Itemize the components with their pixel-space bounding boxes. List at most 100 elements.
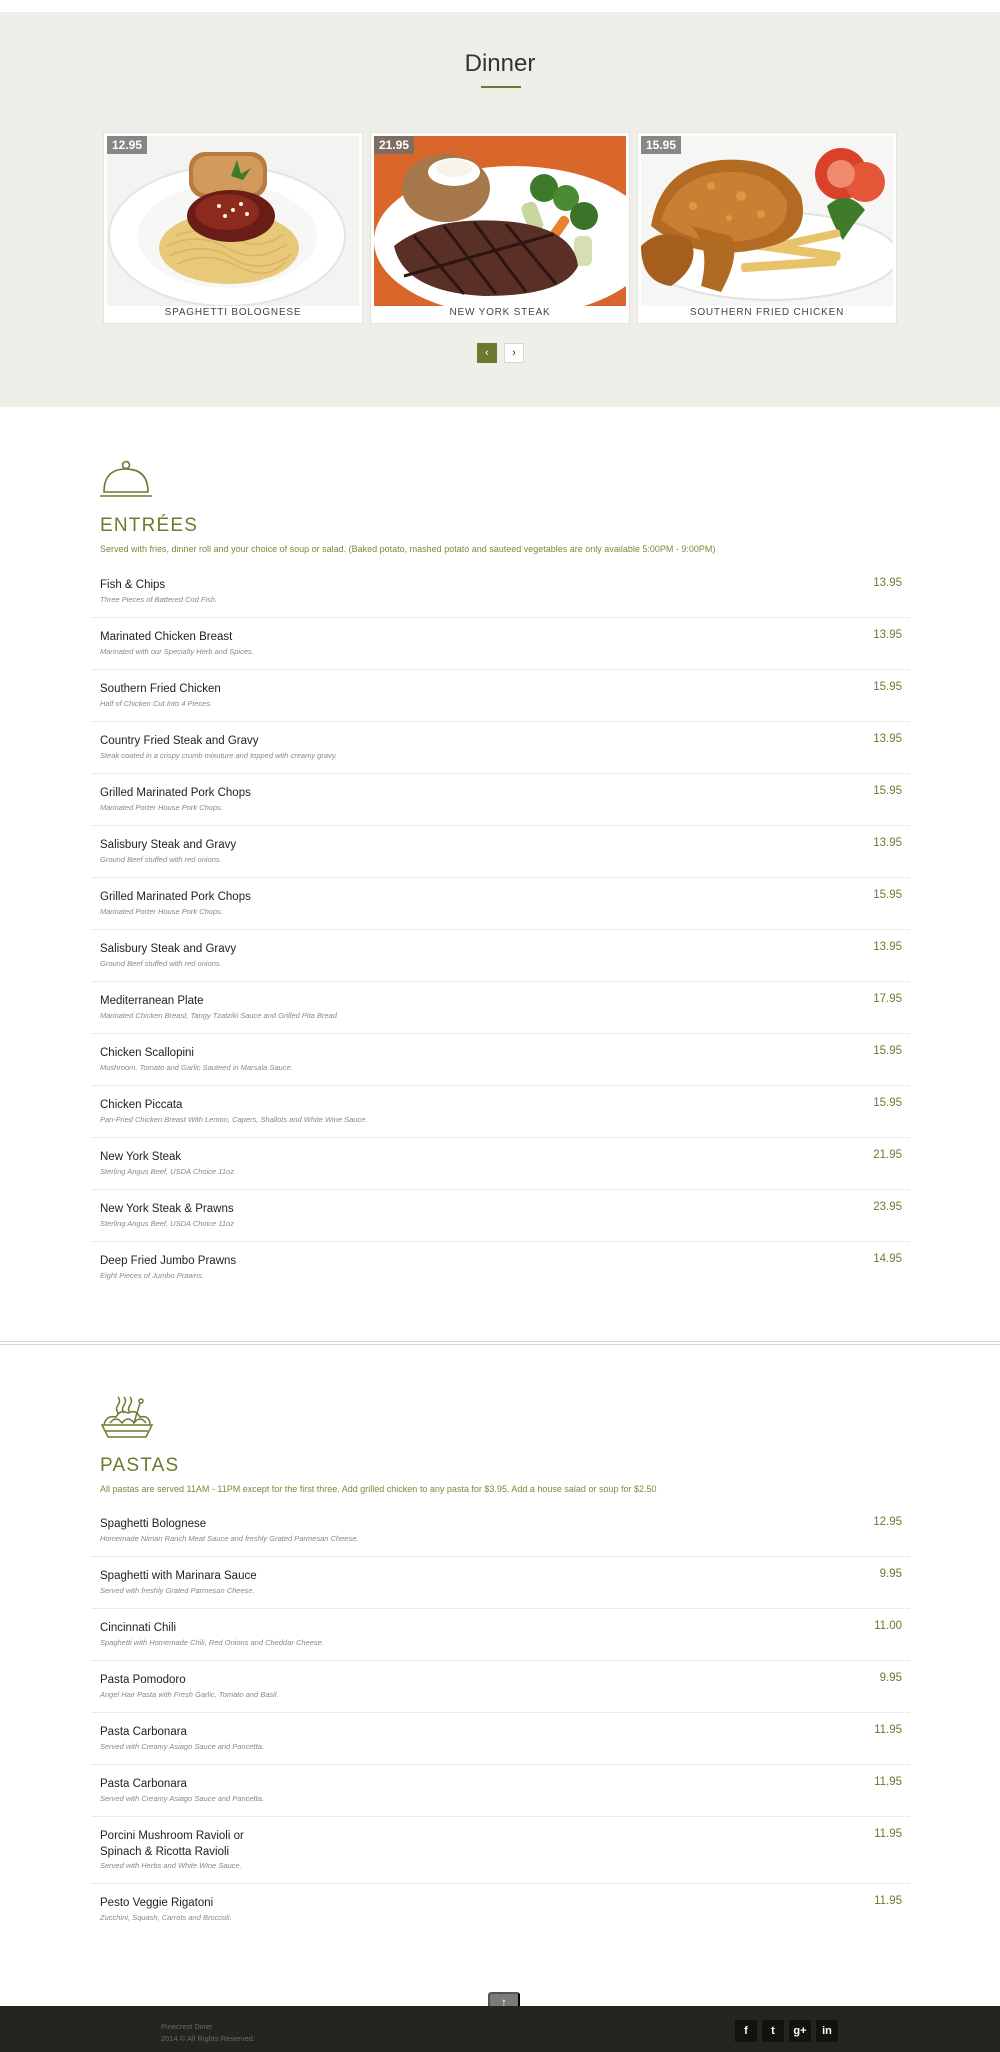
item-description: Half of Chicken Cut Into 4 Pieces. (100, 699, 213, 708)
item-name: Fish & Chips (100, 579, 166, 591)
item-price: 9.95 (879, 1672, 902, 1684)
item-price: 15.95 (873, 1045, 902, 1057)
item-description: Marinated Chicken Breast, Tangy Tzatziki… (100, 1011, 337, 1020)
menu-item: Cincinnati Chili Spaghetti with Homemade … (92, 1609, 910, 1661)
item-price: 15.95 (873, 1097, 902, 1109)
menu-item: Country Fried Steak and Gravy Steak coate… (92, 722, 910, 774)
dinner-title: Dinner (464, 50, 536, 77)
item-description: Served with freshly Grated Parmesan Chee… (100, 1586, 255, 1595)
menu-item: Pasta Carbonara Served with Creamy Asiago… (92, 1765, 910, 1817)
footer-brand: Pinecrest Diner (161, 2022, 213, 2031)
menu-item: Salisbury Steak and Gravy Ground Beef stu… (92, 930, 910, 982)
menu-item: Chicken Scallopini Mushroom, Tomato and G… (92, 1034, 910, 1086)
pastas-title: PASTAS (100, 1455, 180, 1476)
item-name: Pesto Veggie Rigatoni (100, 1897, 214, 1909)
item-price: 15.95 (873, 785, 902, 797)
menu-item: Spaghetti with Marinara Sauce Served with… (92, 1557, 910, 1609)
item-description: Served with Creamy Asiago Sauce and Panc… (100, 1742, 264, 1751)
menu-item: Pasta Carbonara Served with Creamy Asiago… (92, 1713, 910, 1765)
item-description: Angel Hair Pasta with Fresh Garlic, Toma… (100, 1690, 279, 1699)
menu-item: Pasta Pomodoro Angel Hair Pasta with Fres… (92, 1661, 910, 1713)
section-divider (0, 1341, 1000, 1345)
item-name: Spaghetti Bolognese (100, 1518, 207, 1530)
item-name: Southern Fried Chicken (100, 683, 221, 695)
item-name: Grilled Marinated Pork Chops (100, 891, 251, 903)
item-name: Pasta Pomodoro (100, 1674, 186, 1686)
item-description: Steak coated in a crispy crumb mixuture … (100, 751, 338, 760)
card-name: SPAGHETTI BOLOGNESE (164, 307, 302, 318)
item-description: Served with Herbs and White Wine Sauce. (100, 1861, 242, 1870)
item-price: 15.95 (873, 681, 902, 693)
menu-item: Fish & Chips Three Pieces of Battered Cod… (92, 566, 910, 618)
item-name: Spaghetti with Marinara Sauce (100, 1570, 257, 1582)
item-description: Mushroom, Tomato and Garlic Sauteed in M… (100, 1063, 293, 1072)
menu-item: Grilled Marinated Pork Chops Marinated Po… (92, 878, 910, 930)
item-price: 13.95 (873, 941, 902, 953)
item-description: Eight Pieces of Jumbo Prawns. (100, 1271, 204, 1280)
item-description: Served with Creamy Asiago Sauce and Panc… (100, 1794, 264, 1803)
menu-item: Chicken Piccata Pan-Fried Chicken Breast … (92, 1086, 910, 1138)
item-description: Spaghetti with Homemade Chili, Red Onion… (100, 1638, 324, 1647)
top-strip (0, 0, 1000, 12)
entrees-list: Fish & Chips Three Pieces of Battered Cod… (92, 566, 910, 1294)
spaghetti-photo (107, 136, 359, 306)
footer: Pinecrest Diner 2014 © All Rights Reserv… (0, 2006, 1000, 2052)
item-description: Sterling Angus Beef, USDA Choice 11oz (100, 1219, 234, 1228)
item-name: Chicken Scallopini (100, 1047, 194, 1059)
item-name: Pasta Carbonara (100, 1726, 187, 1738)
item-name: Cincinnati Chili (100, 1622, 177, 1634)
item-price: 13.95 (873, 837, 902, 849)
menu-item: New York Steak Sterling Angus Beef, USDA … (92, 1138, 910, 1190)
item-description: Pan-Fried Chicken Breast With Lemon, Cap… (100, 1115, 368, 1124)
menu-item: Porcini Mushroom Ravioli or Spinach & Ric… (92, 1817, 910, 1884)
item-description: Sterling Angus Beef, USDA Choice 11oz (100, 1167, 234, 1176)
carousel-prev-button[interactable]: ‹ (477, 343, 497, 363)
item-price: 11.95 (874, 1724, 902, 1736)
item-name: Grilled Marinated Pork Chops (100, 787, 251, 799)
footer-copyright: 2014 © All Rights Reserved. (161, 2034, 255, 2043)
item-name: Salisbury Steak and Gravy (100, 839, 237, 851)
item-name: Country Fried Steak and Gravy (100, 735, 259, 747)
card-price-badge: 15.95 (641, 136, 682, 154)
entrees-title: ENTRÉES (100, 515, 199, 536)
item-name: Deep Fried Jumbo Prawns (100, 1255, 237, 1267)
item-description: Marinated Porter House Pork Chops. (100, 803, 223, 812)
card-name: SOUTHERN FRIED CHICKEN (689, 307, 845, 318)
carousel-card-spaghetti[interactable]: 12.95 SPAGHETTI BOLOGNESE (103, 132, 363, 324)
menu-item: Spaghetti Bolognese Homemade Nimari Ranch… (92, 1505, 910, 1557)
carousel-next-button[interactable]: › (504, 343, 524, 363)
item-price: 11.95 (874, 1828, 902, 1840)
item-price: 17.95 (873, 993, 902, 1005)
menu-item: New York Steak & Prawns Sterling Angus Be… (92, 1190, 910, 1242)
pasta-bowl-icon (100, 1395, 154, 1448)
menu-item: Pesto Veggie Rigatoni Zucchini, Squash, C… (92, 1884, 910, 1936)
item-name-line1: Porcini Mushroom Ravioli or (100, 1830, 244, 1842)
item-description: Marinated with our Specialty Herb and Sp… (100, 647, 254, 656)
google-plus-icon[interactable]: g+ (789, 2020, 811, 2042)
item-price: 11.95 (874, 1895, 902, 1907)
dinner-carousel-section: Dinner 12.95 SPAGHETTI BOLOGNESE 21.95 N… (0, 12, 1000, 407)
item-name: Porcini Mushroom Ravioli or Spinach & Ric… (100, 1828, 244, 1860)
item-name: Salisbury Steak and Gravy (100, 943, 237, 955)
pastas-description: All pastas are served 11AM - 11PM except… (100, 1484, 657, 1494)
item-price: 13.95 (873, 629, 902, 641)
item-name-line2: Spinach & Ricotta Ravioli (100, 1846, 230, 1858)
card-price-badge: 12.95 (107, 136, 148, 154)
steak-photo (374, 136, 626, 306)
carousel-card-southern-fried-chicken[interactable]: 15.95 SOUTHERN FRIED CHICKEN (637, 132, 897, 324)
card-name: NEW YORK STEAK (449, 307, 551, 318)
menu-item: Grilled Marinated Pork Chops Marinated Po… (92, 774, 910, 826)
item-description: Three Pieces of Battered Cod Fish. (100, 595, 218, 604)
menu-item: Marinated Chicken Breast Marinated with o… (92, 618, 910, 670)
entrees-description: Served with fries, dinner roll and your … (100, 544, 716, 554)
card-price-badge: 21.95 (374, 136, 415, 154)
fried-chicken-photo (641, 136, 893, 306)
twitter-icon[interactable]: t (762, 2020, 784, 2042)
item-name: Pasta Carbonara (100, 1778, 187, 1790)
carousel-card-new-york-steak[interactable]: 21.95 NEW YORK STEAK (370, 132, 630, 324)
menu-item: Deep Fried Jumbo Prawns Eight Pieces of J… (92, 1242, 910, 1294)
linkedin-icon[interactable]: in (816, 2020, 838, 2042)
item-name: Chicken Piccata (100, 1099, 183, 1111)
cloche-icon (100, 460, 152, 507)
facebook-icon[interactable]: f (735, 2020, 757, 2042)
